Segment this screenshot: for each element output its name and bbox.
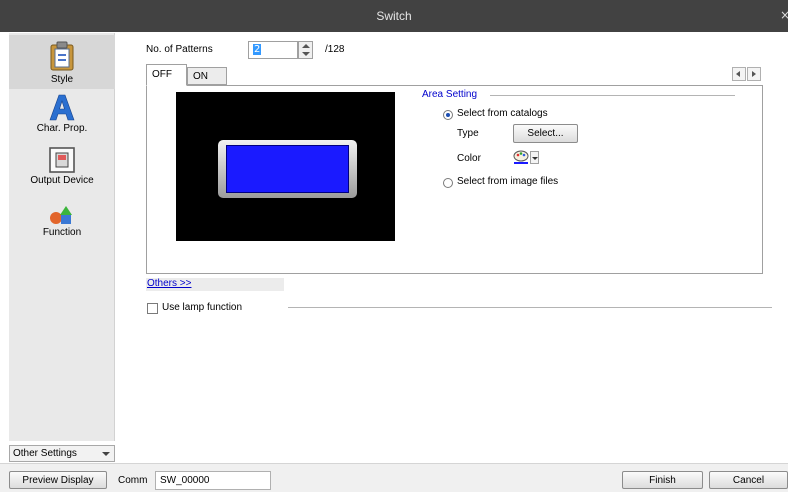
palette-icon[interactable]	[513, 150, 529, 164]
type-label: Type	[457, 128, 479, 139]
sidebar-item-label: Function	[42, 227, 82, 238]
footer-bar: Preview Display Comm SW_00000 Finish Can…	[0, 463, 788, 492]
select-from-catalogs-label: Select from catalogs	[457, 108, 548, 119]
finish-button[interactable]: Finish	[622, 471, 703, 489]
select-button[interactable]: Select...	[513, 124, 578, 143]
radio-select-from-catalogs[interactable]	[443, 110, 453, 120]
color-dropdown-button[interactable]	[530, 151, 539, 164]
sidebar-item-output-device[interactable]: Output Device	[9, 145, 115, 201]
divider	[288, 307, 772, 308]
comm-label: Comm	[118, 475, 148, 486]
other-settings-dropdown[interactable]: Other Settings	[9, 445, 115, 462]
chevron-down-icon	[102, 452, 110, 456]
patterns-input[interactable]: 2	[248, 41, 298, 59]
arrow-right-icon	[752, 71, 756, 77]
tab-panel: Area Setting Select from catalogs Type S…	[146, 85, 763, 274]
preview-display-button[interactable]: Preview Display	[9, 471, 107, 489]
sidebar-item-function[interactable]: Function	[9, 203, 115, 247]
other-settings-label: Other Settings	[13, 448, 77, 459]
select-from-image-files-label: Select from image files	[457, 176, 559, 187]
sidebar-item-label: Char. Prop.	[36, 123, 88, 134]
shapes-icon	[50, 206, 72, 224]
use-lamp-checkbox[interactable]	[147, 303, 158, 314]
tab-scroll-left-button[interactable]	[732, 67, 746, 81]
main-content: No. of Patterns 2 /128 OFF ON Area Setti…	[115, 33, 788, 463]
close-icon[interactable]: ×	[780, 8, 788, 22]
patterns-value: 2	[253, 44, 262, 55]
switch-frame	[218, 140, 357, 198]
sidebar-item-label: Output Device	[30, 175, 94, 186]
spinner-down-icon[interactable]	[302, 52, 310, 56]
use-lamp-label: Use lamp function	[162, 302, 243, 313]
switch-face	[226, 145, 349, 193]
divider	[490, 95, 735, 96]
sidebar-item-label: Style	[50, 74, 74, 85]
patterns-max: /128	[325, 44, 345, 55]
sidebar: Style Char. Prop. Output Device Function	[9, 33, 115, 441]
output-device-icon	[49, 147, 75, 173]
switch-preview	[176, 92, 395, 241]
area-setting-label: Area Setting	[422, 89, 478, 100]
sidebar-item-char-prop[interactable]: Char. Prop.	[9, 91, 115, 143]
letter-a-icon	[49, 94, 75, 121]
cancel-button[interactable]: Cancel	[709, 471, 788, 489]
window-title: Switch	[376, 9, 412, 23]
comm-input[interactable]: SW_00000	[155, 471, 271, 490]
clipboard-icon	[50, 41, 74, 71]
title-bar: Switch ×	[0, 0, 788, 32]
tab-on[interactable]: ON	[187, 67, 227, 85]
color-label: Color	[457, 153, 481, 164]
patterns-label: No. of Patterns	[146, 44, 213, 55]
radio-select-from-image-files[interactable]	[443, 178, 453, 188]
tab-off[interactable]: OFF	[146, 64, 187, 86]
spinner-up-icon[interactable]	[302, 44, 310, 48]
sidebar-item-style[interactable]: Style	[9, 35, 115, 89]
arrow-left-icon	[736, 71, 740, 77]
patterns-spinner[interactable]	[298, 41, 313, 59]
tab-scroll-right-button[interactable]	[747, 67, 761, 81]
others-link[interactable]: Others >>	[146, 278, 284, 291]
